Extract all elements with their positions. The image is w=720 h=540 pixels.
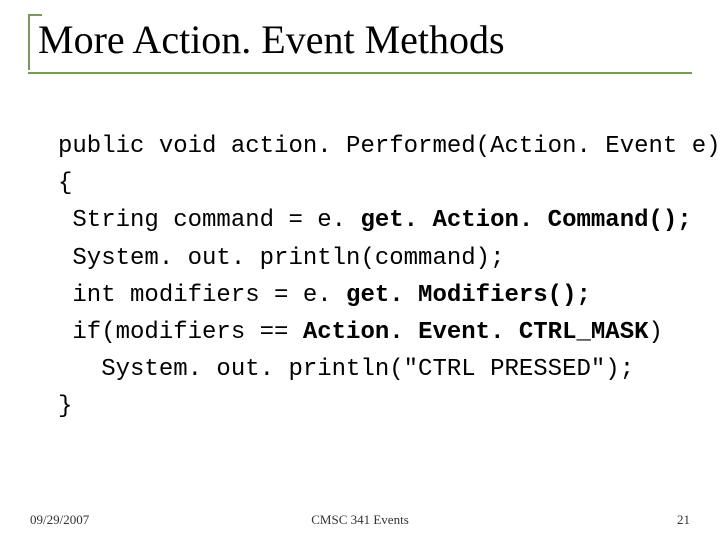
code-bold: get. Modifiers(); — [346, 282, 591, 309]
code-text: if(modifiers == — [58, 319, 303, 346]
code-bold: Action. Event. CTRL_MASK — [303, 319, 649, 346]
title-accent-top — [28, 14, 42, 16]
code-line: { — [58, 165, 680, 202]
slide-title: More Action. Event Methods — [28, 14, 692, 62]
code-block: public void action. Performed(Action. Ev… — [58, 128, 680, 426]
code-line: if(modifiers == Action. Event. CTRL_MASK… — [58, 314, 680, 351]
code-line: } — [58, 388, 680, 425]
slide: More Action. Event Methods public void a… — [0, 0, 720, 540]
title-area: More Action. Event Methods — [28, 14, 692, 62]
footer-page-number: 21 — [677, 512, 690, 528]
code-line: System. out. println(command); — [58, 240, 680, 277]
code-line: System. out. println("CTRL PRESSED"); — [58, 351, 680, 388]
code-line: public void action. Performed(Action. Ev… — [58, 128, 680, 165]
code-text: int modifiers = e. — [58, 282, 346, 309]
footer-center: CMSC 341 Events — [0, 512, 720, 528]
code-line: String command = e. get. Action. Command… — [58, 202, 680, 239]
code-line: int modifiers = e. get. Modifiers(); — [58, 277, 680, 314]
title-underline — [28, 72, 692, 74]
title-accent-left — [28, 14, 30, 70]
code-text: ) — [649, 319, 663, 346]
code-bold: get. Action. Command(); — [360, 207, 691, 234]
code-text: String command = e. — [58, 207, 360, 234]
